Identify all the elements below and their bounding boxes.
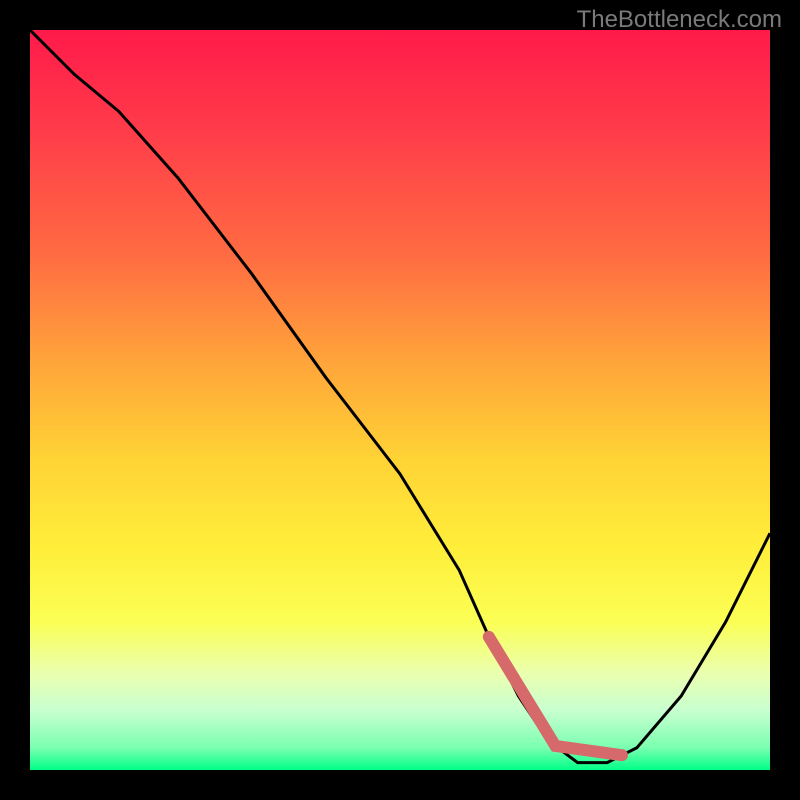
watermark-text: TheBottleneck.com xyxy=(577,6,782,34)
gradient-background xyxy=(30,30,770,770)
chart-area xyxy=(30,30,770,770)
